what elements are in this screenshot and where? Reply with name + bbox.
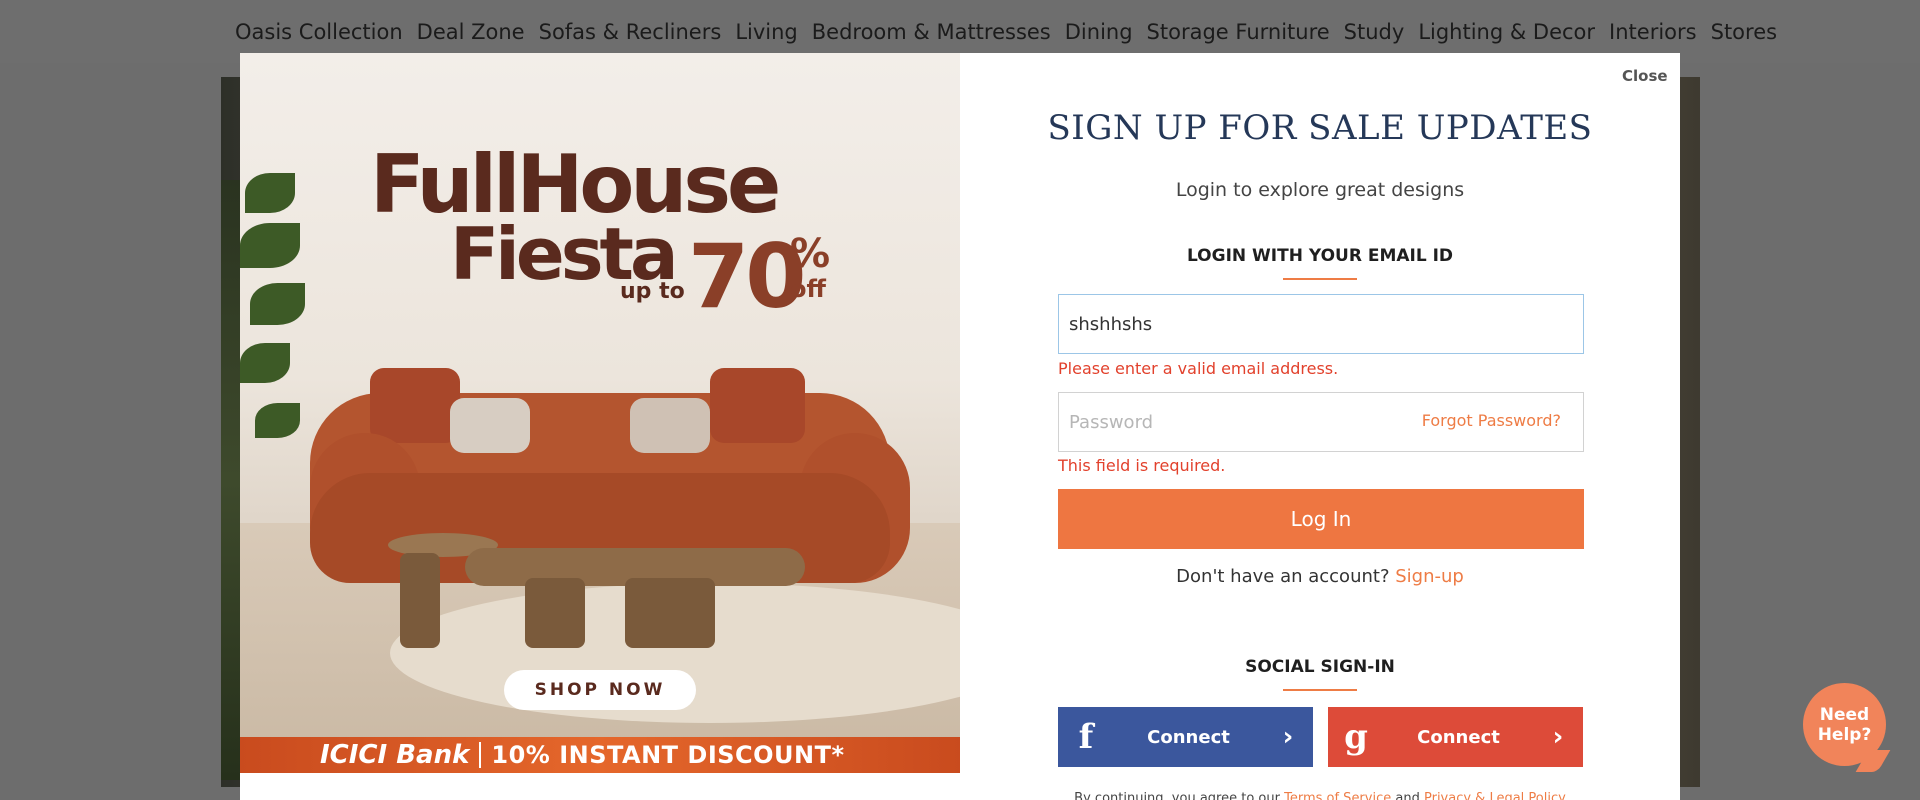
promo-banner[interactable]: FullHouse Fiesta up to 70 % off SHOP NOW… xyxy=(240,53,960,773)
pillow xyxy=(630,398,710,453)
terms-and: and xyxy=(1395,791,1420,800)
divider xyxy=(479,742,482,768)
google-connect-button[interactable]: g Connect › xyxy=(1328,707,1583,767)
section-underline xyxy=(1283,278,1357,280)
nav-item-deal-zone[interactable]: Deal Zone xyxy=(417,20,525,44)
google-icon: g xyxy=(1344,717,1368,757)
email-error: Please enter a valid email address. xyxy=(1058,359,1339,378)
no-account-text: Don't have an account? xyxy=(1176,566,1390,587)
section-underline xyxy=(1283,689,1357,691)
terms-of-service-link[interactable]: Terms of Service xyxy=(1284,791,1391,800)
password-input[interactable] xyxy=(1059,393,1399,451)
privacy-policy-link[interactable]: Privacy & Legal Policy xyxy=(1424,791,1566,800)
modal-title: SIGN UP FOR SALE UPDATES xyxy=(1047,108,1593,148)
promo-percent: 70 xyxy=(688,225,806,328)
promo-upto: up to xyxy=(620,279,685,304)
bank-offer-bar: ICICI Bank 10% INSTANT DISCOUNT* xyxy=(240,737,960,773)
nav-item-interiors[interactable]: Interiors xyxy=(1609,20,1697,44)
modal-subtitle: Login to explore great designs xyxy=(1175,179,1465,201)
password-field: Forgot Password? xyxy=(1058,392,1584,452)
plant-image xyxy=(240,163,310,483)
chevron-right-icon: › xyxy=(1552,722,1564,752)
nav-item-sofas-recliners[interactable]: Sofas & Recliners xyxy=(539,20,722,44)
nav-item-dining[interactable]: Dining xyxy=(1065,20,1133,44)
email-input[interactable] xyxy=(1058,294,1584,354)
close-button[interactable]: Close xyxy=(1622,67,1668,85)
nav-item-living[interactable]: Living xyxy=(735,20,797,44)
nav-item-bedroom-mattresses[interactable]: Bedroom & Mattresses xyxy=(812,20,1051,44)
email-section-heading: LOGIN WITH YOUR EMAIL ID xyxy=(1186,246,1454,266)
pillow xyxy=(370,368,460,443)
terms-notice: By continuing, you agree to our Terms of… xyxy=(960,791,1680,800)
forgot-password-link[interactable]: Forgot Password? xyxy=(1422,411,1561,430)
table-leg xyxy=(625,578,715,648)
facebook-connect-button[interactable]: f Connect › xyxy=(1058,707,1313,767)
promo-percent-sign: % xyxy=(790,231,831,277)
nav-item-study[interactable]: Study xyxy=(1344,20,1405,44)
promo-off: off xyxy=(790,275,826,303)
need-help-button[interactable]: Need Help? xyxy=(1803,683,1886,766)
facebook-connect-label: Connect xyxy=(1147,726,1230,748)
terms-prefix: By continuing, you agree to our xyxy=(1074,791,1280,800)
nav-item-stores[interactable]: Stores xyxy=(1711,20,1777,44)
table-leg xyxy=(525,578,585,648)
nav-item-oasis-collection[interactable]: Oasis Collection xyxy=(235,20,403,44)
pillow xyxy=(450,398,530,453)
social-section-heading: SOCIAL SIGN-IN xyxy=(1245,657,1395,677)
pillow xyxy=(710,368,805,443)
icici-logo: ICICI Bank xyxy=(320,740,470,770)
chevron-right-icon: › xyxy=(1282,722,1294,752)
table-leg xyxy=(400,553,440,648)
nav-item-lighting-decor[interactable]: Lighting & Decor xyxy=(1418,20,1595,44)
signup-prompt: Don't have an account? Sign-up xyxy=(960,566,1680,587)
signup-link[interactable]: Sign-up xyxy=(1395,566,1464,587)
login-button[interactable]: Log In xyxy=(1058,489,1584,549)
password-error: This field is required. xyxy=(1058,456,1226,475)
shop-now-button[interactable]: SHOP NOW xyxy=(504,670,696,710)
signup-modal: FullHouse Fiesta up to 70 % off SHOP NOW… xyxy=(240,53,1680,800)
bank-offer-text: 10% INSTANT DISCOUNT* xyxy=(491,741,845,769)
google-connect-label: Connect xyxy=(1417,726,1500,748)
facebook-icon: f xyxy=(1078,717,1094,757)
nav-item-storage-furniture[interactable]: Storage Furniture xyxy=(1147,20,1330,44)
